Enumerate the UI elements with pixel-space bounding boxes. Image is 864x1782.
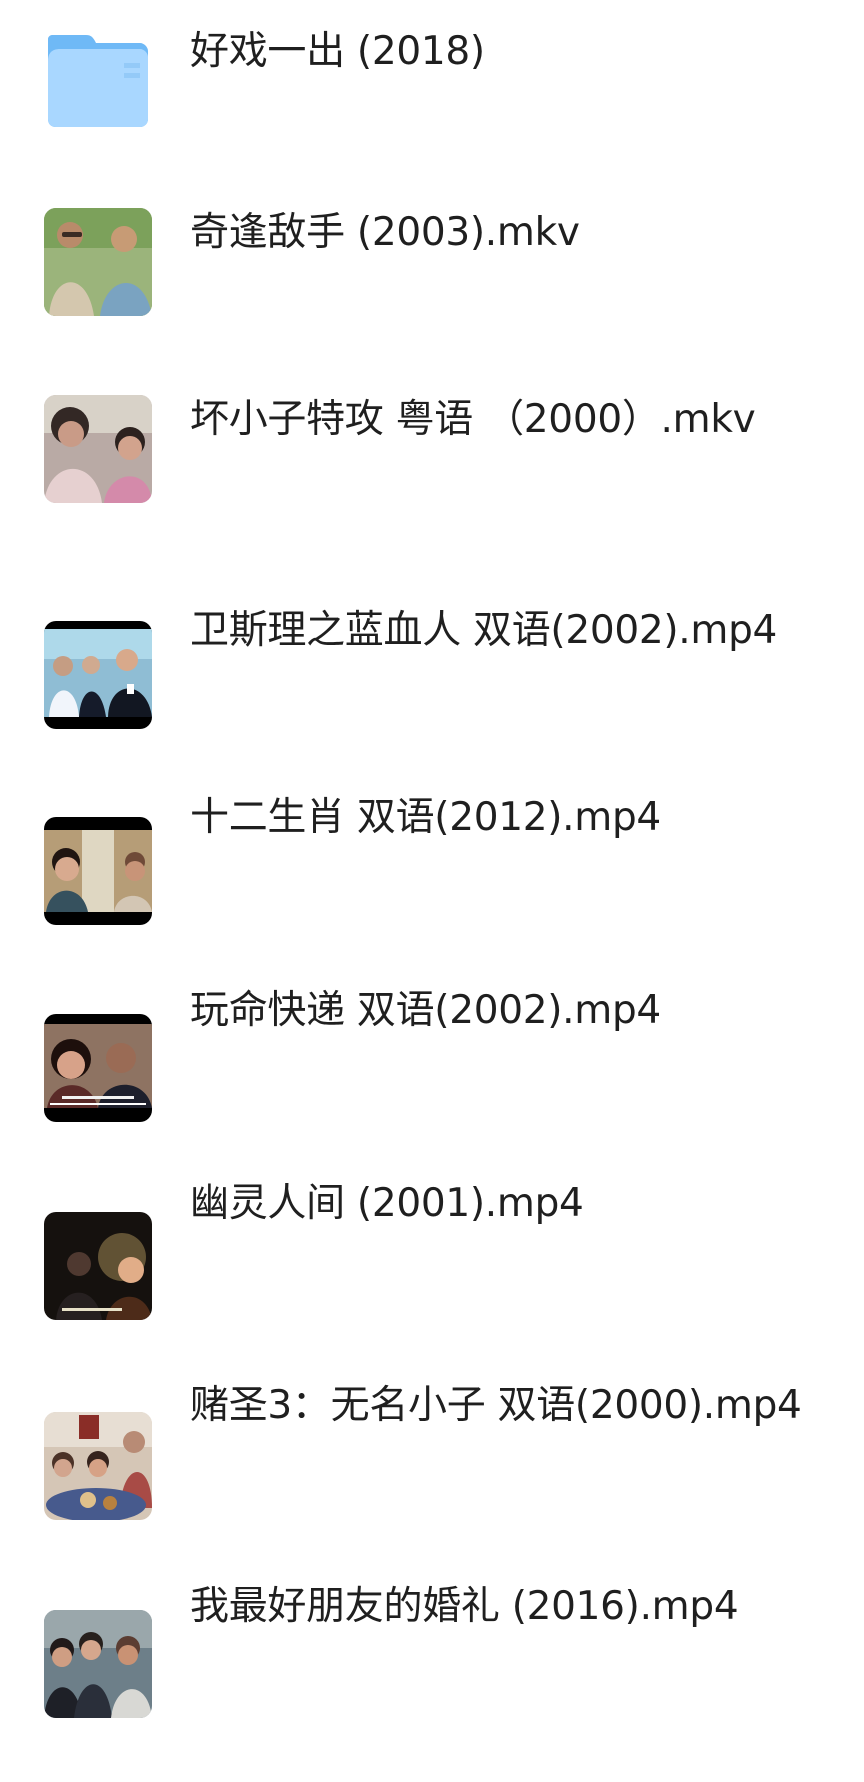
video-thumbnail-subtitled-scene [44,1014,152,1122]
file-row-video[interactable]: 奇逢敌手 (2003).mkv [0,198,864,396]
file-row-video[interactable]: 玩命快递 双语(2002).mp4 [0,988,864,1188]
file-row-video[interactable]: 我最好朋友的婚礼 (2016).mp4 [0,1584,864,1782]
video-thumbnail-group-scene [44,1610,152,1718]
file-list: 好戏一出 (2018) 奇逢敌手 (2003).mkv 坏小子特攻 粤语 （20… [0,0,864,1718]
file-row-folder[interactable]: 好戏一出 (2018) [0,0,864,198]
file-name: 我最好朋友的婚礼 (2016).mp4 [190,1584,739,1629]
video-thumbnail-dinner-scene [44,1412,152,1520]
file-row-video[interactable]: 十二生肖 双语(2012).mp4 [0,792,864,990]
file-name: 卫斯理之蓝血人 双语(2002).mp4 [190,608,778,653]
file-name: 幽灵人间 (2001).mp4 [190,1181,584,1226]
file-row-video[interactable]: 幽灵人间 (2001).mp4 [0,1181,864,1386]
video-thumbnail-two-actresses [44,395,152,503]
video-thumbnail-dark-scene [44,1212,152,1320]
file-row-video[interactable]: 卫斯理之蓝血人 双语(2002).mp4 [0,594,864,792]
file-row-video[interactable]: 赌圣3：无名小子 双语(2000).mp4 [0,1383,864,1584]
video-thumbnail-dialogue-scene [44,817,152,925]
file-name: 十二生肖 双语(2012).mp4 [190,795,661,840]
file-name: 奇逢敌手 (2003).mkv [190,210,580,255]
file-row-video[interactable]: 坏小子特攻 粤语 （2000）.mkv [0,395,864,594]
file-name: 玩命快递 双语(2002).mp4 [190,988,661,1033]
file-name: 好戏一出 (2018) [190,29,485,74]
file-name: 坏小子特攻 粤语 （2000）.mkv [190,397,756,442]
video-thumbnail-outdoor-scene [44,208,152,316]
video-thumbnail-office-scene [44,621,152,729]
folder-icon [48,35,148,127]
file-name: 赌圣3：无名小子 双语(2000).mp4 [190,1383,802,1428]
